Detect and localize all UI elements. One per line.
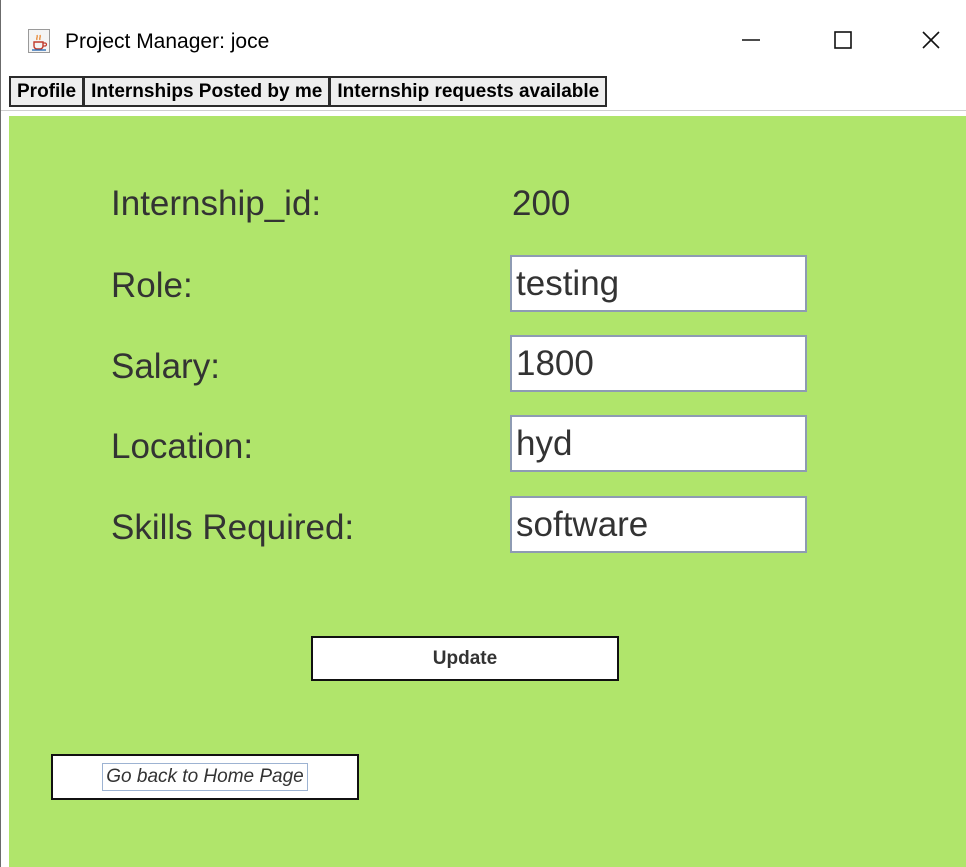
menu-bar: Profile Internships Posted by me Interns…: [9, 76, 608, 107]
location-label: Location:: [111, 427, 254, 466]
salary-input[interactable]: [510, 335, 807, 392]
update-button[interactable]: Update: [311, 636, 619, 681]
app-window: Project Manager: joce Profile Internship…: [0, 0, 966, 867]
role-label: Role:: [111, 266, 193, 305]
menu-profile[interactable]: Profile: [9, 76, 85, 107]
maximize-icon: [832, 29, 854, 56]
minimize-button[interactable]: [723, 22, 779, 62]
internship-id-value: 200: [512, 184, 571, 223]
go-home-button[interactable]: Go back to Home Page: [51, 754, 359, 800]
skills-required-input[interactable]: [510, 496, 807, 553]
close-button[interactable]: [903, 22, 959, 62]
menu-internships-posted[interactable]: Internships Posted by me: [83, 76, 331, 107]
java-cup-icon: [28, 29, 50, 53]
salary-label: Salary:: [111, 347, 220, 386]
menu-internship-requests[interactable]: Internship requests available: [329, 76, 608, 107]
internship-edit-panel: Internship_id: 200 Role: Salary: Locatio…: [9, 116, 966, 867]
close-icon: [920, 29, 942, 56]
maximize-button[interactable]: [815, 22, 871, 62]
minimize-icon: [740, 29, 762, 56]
skills-required-label: Skills Required:: [111, 508, 355, 547]
window-title: Project Manager: joce: [65, 30, 270, 53]
role-input[interactable]: [510, 255, 807, 312]
go-home-label: Go back to Home Page: [102, 763, 308, 791]
title-bar[interactable]: Project Manager: joce: [1, 0, 966, 72]
location-input[interactable]: [510, 415, 807, 472]
internship-id-label: Internship_id:: [111, 184, 322, 223]
menu-divider: [1, 110, 966, 111]
